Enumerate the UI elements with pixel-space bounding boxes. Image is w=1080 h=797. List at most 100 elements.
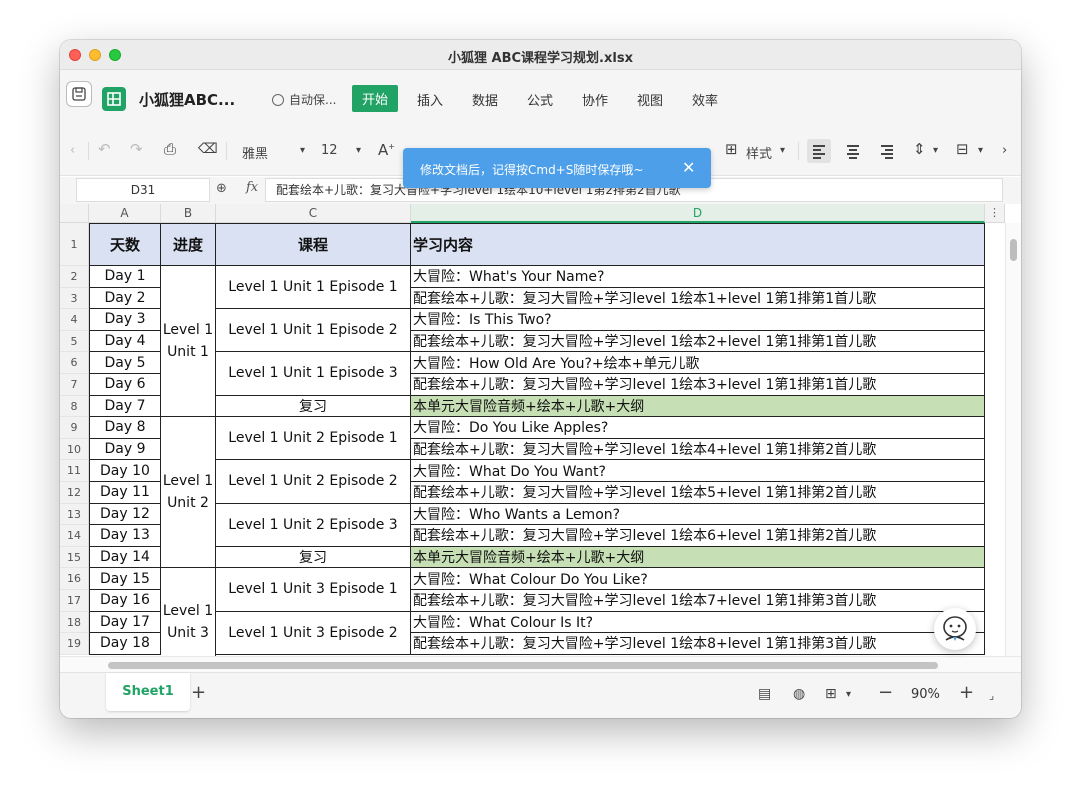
row-header[interactable]: 18	[60, 611, 89, 634]
fullscreen-icon[interactable]: ⌟	[989, 689, 994, 702]
row-header[interactable]: 6	[60, 352, 89, 374]
row-header[interactable]: 1	[60, 223, 89, 266]
function-icon[interactable]: fx	[246, 180, 258, 195]
content-cell[interactable]: 配套绘本+儿歌：复习大冒险+学习level 1绘本7+level 1第1排第3首…	[411, 590, 985, 612]
align-left-icon[interactable]	[807, 139, 831, 163]
zoom-level[interactable]: 90%	[911, 687, 940, 702]
row-header[interactable]: 17	[60, 590, 89, 612]
vertical-align-icon[interactable]: ⇕	[913, 140, 926, 158]
zoom-in-icon[interactable]: ⊕	[216, 181, 227, 196]
content-cell[interactable]: 大冒险：What Colour Do You Like?	[411, 568, 985, 590]
menu-tab-efficiency[interactable]: 效率	[692, 90, 718, 109]
day-cell[interactable]: Day 7	[89, 395, 161, 418]
web-status-icon[interactable]: ◍	[793, 686, 805, 702]
content-cell[interactable]: 本单元大冒险音频+绘本+儿歌+大纲	[411, 395, 985, 418]
menu-tab-collaborate[interactable]: 协作	[582, 90, 608, 109]
day-cell[interactable]: Day 1	[89, 266, 161, 288]
document-name[interactable]: 小狐狸ABC...	[139, 89, 235, 110]
content-cell[interactable]: 大冒险：What Colour Is It?	[411, 611, 985, 634]
vertical-scroll-thumb[interactable]	[1010, 239, 1017, 261]
font-size-chevron-down-icon[interactable]: ▾	[356, 145, 361, 156]
zoom-in-plus-icon[interactable]: +	[959, 682, 974, 703]
content-cell[interactable]: 大冒险：Is This Two?	[411, 309, 985, 331]
course-cell[interactable]: Level 1 Unit 1 Episode 3	[216, 352, 411, 396]
day-cell[interactable]: Day 15	[89, 568, 161, 590]
day-cell[interactable]: Day 14	[89, 546, 161, 569]
day-cell[interactable]: Day 4	[89, 330, 161, 353]
row-header[interactable]: 12	[60, 482, 89, 504]
row-header[interactable]: 5	[60, 330, 89, 353]
row-header[interactable]: 19	[60, 633, 89, 655]
menu-tab-view[interactable]: 视图	[637, 90, 663, 109]
content-cell[interactable]: 大冒险：Who Wants a Lemon?	[411, 503, 985, 526]
unit-cell[interactable]: Level 1 Unit 1	[161, 266, 216, 418]
day-cell[interactable]: Day 10	[89, 460, 161, 482]
format-painter-icon[interactable]: ⎙	[164, 140, 176, 158]
content-cell[interactable]: 配套绘本+儿歌：复习大冒险+学习level 1绘本6+level 1第1排第2首…	[411, 525, 985, 547]
save-button[interactable]	[66, 81, 92, 107]
align-right-icon[interactable]	[875, 139, 899, 163]
menu-tab-home[interactable]: 开始	[352, 85, 399, 112]
close-icon[interactable]: ✕	[682, 158, 695, 177]
header-cell-days[interactable]: 天数	[89, 223, 161, 266]
select-all-corner[interactable]	[60, 204, 89, 223]
styles-chevron-down-icon[interactable]: ▾	[780, 145, 785, 156]
borders-chevron-down-icon[interactable]: ▾	[978, 145, 983, 156]
menu-tab-formula[interactable]: 公式	[527, 90, 553, 109]
day-cell[interactable]: Day 8	[89, 417, 161, 439]
redo-icon[interactable]: ↷	[130, 140, 143, 158]
unit-cell[interactable]: Level 1 Unit 2	[161, 417, 216, 569]
horizontal-scroll-thumb[interactable]	[108, 662, 938, 669]
cell-reference-box[interactable]: D31	[76, 178, 210, 202]
layout-view-icon[interactable]: ⊞	[825, 686, 837, 702]
eraser-icon[interactable]: ⌫	[198, 141, 218, 157]
borders-icon[interactable]: ⊟	[956, 140, 969, 158]
row-header[interactable]: 14	[60, 525, 89, 547]
layout-chevron-down-icon[interactable]: ▾	[846, 689, 851, 700]
cloud-doc-status-icon[interactable]: ▤	[758, 686, 771, 702]
course-cell[interactable]: Level 1 Unit 1 Episode 2	[216, 309, 411, 353]
unit-cell[interactable]: Level 1 Unit 3	[161, 568, 216, 656]
scroll-left-icon[interactable]: ‹	[70, 143, 75, 158]
column-header-b[interactable]: B	[161, 204, 216, 223]
day-cell[interactable]: Day 18	[89, 633, 161, 655]
sheet-tab-sheet1[interactable]: Sheet1	[106, 673, 190, 711]
font-name-chevron-down-icon[interactable]: ▾	[300, 145, 305, 156]
horizontal-scrollbar[interactable]	[60, 656, 1021, 672]
course-cell[interactable]: 复习	[216, 546, 411, 569]
autosave-status[interactable]: 自动保...	[272, 91, 336, 108]
vertical-align-chevron-down-icon[interactable]: ▾	[933, 145, 938, 156]
content-cell[interactable]: 本单元大冒险音频+绘本+儿歌+大纲	[411, 546, 985, 569]
content-cell[interactable]: 配套绘本+儿歌：复习大冒险+学习level 1绘本1+level 1第1排第1首…	[411, 287, 985, 310]
align-center-icon[interactable]	[841, 139, 865, 163]
spreadsheet-grid[interactable]: A B C D ⋮ 1 天数 进度 课程 学习内容 2 Day 1 大冒险：What's Yo…	[60, 204, 1021, 656]
day-cell[interactable]: Day 6	[89, 374, 161, 396]
column-header-c[interactable]: C	[216, 204, 411, 223]
row-header[interactable]: 4	[60, 309, 89, 331]
content-cell[interactable]: 配套绘本+儿歌：复习大冒险+学习level 1绘本8+level 1第1排第3首…	[411, 633, 985, 655]
more-vertical-icon[interactable]: ⋮	[985, 204, 1005, 223]
assistant-avatar-icon[interactable]	[934, 608, 976, 650]
day-cell[interactable]: Day 3	[89, 309, 161, 331]
row-header[interactable]: 16	[60, 568, 89, 590]
day-cell[interactable]: Day 17	[89, 611, 161, 634]
header-cell-course[interactable]: 课程	[216, 223, 411, 266]
zoom-out-icon[interactable]: −	[878, 682, 893, 703]
row-header[interactable]: 2	[60, 266, 89, 288]
row-header[interactable]: 7	[60, 374, 89, 396]
header-cell-progress[interactable]: 进度	[161, 223, 216, 266]
column-header-a[interactable]: A	[89, 204, 161, 223]
day-cell[interactable]: Day 11	[89, 482, 161, 504]
vertical-scrollbar[interactable]	[1005, 223, 1021, 656]
row-header[interactable]: 9	[60, 417, 89, 439]
course-cell[interactable]: Level 1 Unit 2 Episode 2	[216, 460, 411, 504]
day-cell[interactable]: Day 16	[89, 590, 161, 612]
column-header-d[interactable]: D	[411, 204, 985, 223]
day-cell[interactable]: Day 5	[89, 352, 161, 374]
day-cell[interactable]: Day 13	[89, 525, 161, 547]
row-header[interactable]: 13	[60, 503, 89, 526]
row-header[interactable]: 15	[60, 546, 89, 569]
row-header[interactable]: 3	[60, 287, 89, 310]
styles-icon[interactable]: ⊞	[725, 140, 738, 158]
scroll-right-icon[interactable]: ›	[1002, 143, 1007, 158]
